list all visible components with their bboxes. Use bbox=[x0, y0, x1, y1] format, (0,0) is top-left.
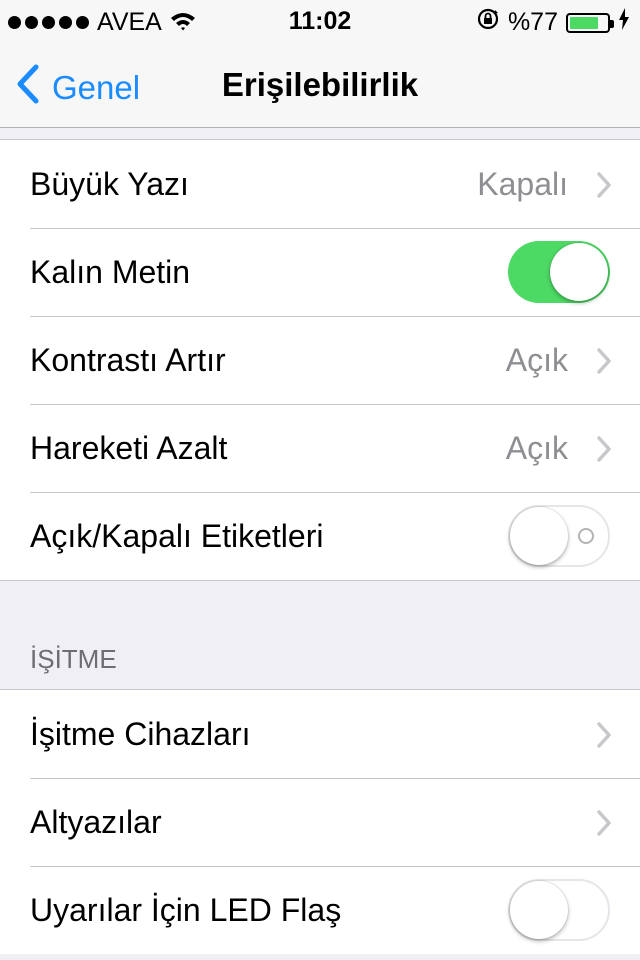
vision-settings-group: Büyük Yazı Kapalı Kalın Metin Kontrastı … bbox=[0, 139, 640, 581]
bold-text-toggle[interactable] bbox=[508, 241, 610, 303]
on-off-labels-toggle[interactable] bbox=[508, 505, 610, 567]
list-item-reduce-motion[interactable]: Hareketi Azalt Açık bbox=[0, 404, 640, 492]
navigation-bar: Genel Erişilebilirlik bbox=[0, 40, 640, 128]
list-item-large-text[interactable]: Büyük Yazı Kapalı bbox=[0, 140, 640, 228]
list-item-led-flash: Uyarılar İçin LED Flaş bbox=[0, 866, 640, 954]
battery-percent: %77 bbox=[507, 8, 558, 36]
off-label-ring-icon bbox=[578, 528, 594, 544]
list-item-label: Kalın Metin bbox=[30, 253, 191, 290]
chevron-right-icon bbox=[596, 436, 612, 467]
list-item-on-off-labels: Açık/Kapalı Etiketleri bbox=[0, 492, 640, 580]
battery-icon bbox=[566, 12, 614, 33]
list-item-label: Hareketi Azalt bbox=[30, 429, 228, 466]
list-item-label: Altyazılar bbox=[30, 803, 162, 840]
section-header-hearing: İŞİTME bbox=[30, 644, 117, 674]
list-item-value: Açık bbox=[505, 341, 568, 378]
list-item-label: İşitme Cihazları bbox=[30, 715, 251, 752]
status-right: %77 bbox=[476, 7, 630, 38]
chevron-right-icon bbox=[596, 348, 612, 379]
charging-bolt-icon bbox=[618, 8, 630, 37]
list-item-bold-text: Kalın Metin bbox=[0, 228, 640, 316]
list-item-label: Kontrastı Artır bbox=[30, 341, 226, 378]
list-item-label: Büyük Yazı bbox=[30, 165, 189, 202]
page-title: Erişilebilirlik bbox=[221, 66, 419, 103]
list-item-label: Uyarılar İçin LED Flaş bbox=[30, 891, 342, 928]
status-bar: AVEA 11:02 %77 bbox=[0, 0, 640, 40]
list-item-increase-contrast[interactable]: Kontrastı Artır Açık bbox=[0, 316, 640, 404]
list-item-hearing-devices[interactable]: İşitme Cihazları bbox=[0, 690, 640, 778]
list-item-label: Açık/Kapalı Etiketleri bbox=[30, 517, 324, 554]
rotation-lock-icon bbox=[476, 7, 500, 38]
chevron-right-icon bbox=[596, 722, 612, 753]
chevron-right-icon bbox=[596, 172, 612, 203]
led-flash-toggle[interactable] bbox=[508, 879, 610, 941]
list-item-value: Açık bbox=[505, 429, 568, 466]
list-item-subtitles[interactable]: Altyazılar bbox=[0, 778, 640, 866]
chevron-right-icon bbox=[596, 810, 612, 841]
list-item-value: Kapalı bbox=[477, 165, 568, 202]
hearing-settings-group: İşitme Cihazları Altyazılar Uyarılar İçi… bbox=[0, 689, 640, 954]
